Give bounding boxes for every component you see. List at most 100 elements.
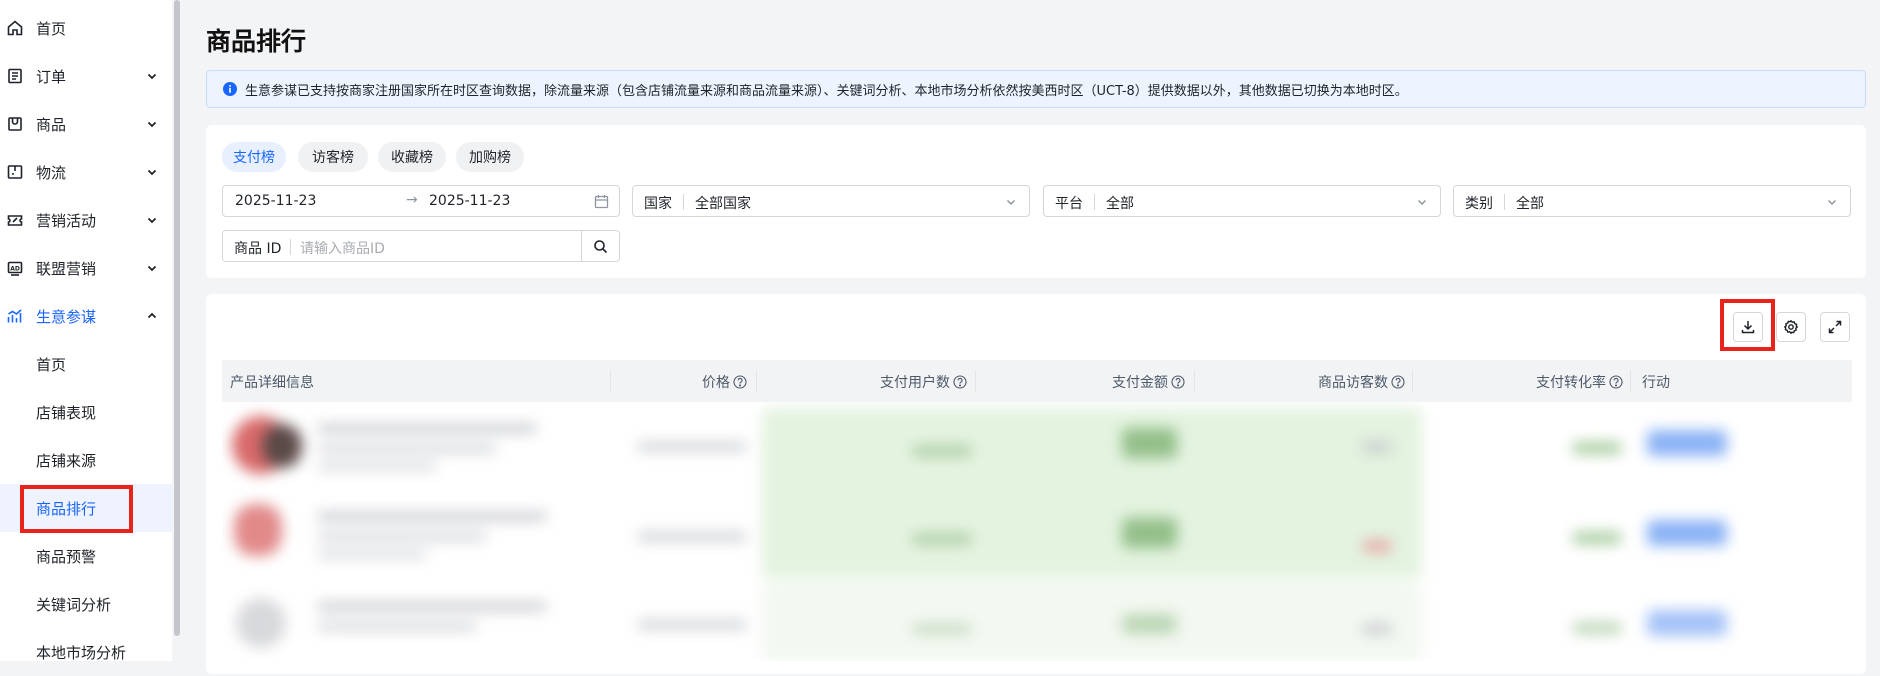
product-id-search[interactable]: 商品 ID 请输入商品ID — [222, 230, 620, 262]
column-divider — [756, 370, 757, 392]
help-icon[interactable] — [733, 375, 747, 389]
sidebar-item-logistics[interactable]: 物流 — [0, 148, 172, 196]
chevron-down-icon — [146, 166, 158, 178]
product-id-label: 商品 ID — [234, 241, 282, 257]
sidebar-subitem-label: 店铺来源 — [36, 451, 97, 470]
logistics-icon — [6, 163, 24, 181]
platform-select-value: 全部 — [1106, 196, 1134, 212]
sidebar-item-label: 生意参谋 — [36, 307, 97, 326]
category-select[interactable]: 类别 全部 — [1453, 185, 1851, 217]
product-icon — [6, 115, 24, 133]
sidebar-item-label: 物流 — [36, 163, 67, 182]
tab-add-to-cart-ranking[interactable]: 加购榜 — [456, 142, 524, 172]
info-icon — [223, 82, 237, 96]
chevron-down-icon — [146, 70, 158, 82]
sidebar-item-label: 联盟营销 — [36, 259, 97, 278]
sidebar-item-affiliate[interactable]: AD 联盟营销 — [0, 244, 172, 292]
notice-text: 生意参谋已支持按商家注册国家所在时区查询数据，除流量来源（包含店铺流量来源和商品… — [245, 83, 1408, 99]
sidebar-subitem-store-performance[interactable]: 店铺表现 — [0, 388, 172, 436]
chevron-down-icon — [146, 214, 158, 226]
column-price[interactable]: 价格 — [702, 372, 747, 392]
svg-text:AD: AD — [10, 266, 20, 273]
tab-payment-ranking[interactable]: 支付榜 — [222, 142, 286, 172]
column-payment-amount[interactable]: 支付金额 — [1112, 372, 1185, 392]
table-header: 产品详细信息 价格 支付用户数 支付金额 商品访客数 支付转化率 行动 — [222, 360, 1852, 402]
column-divider — [1630, 370, 1631, 392]
order-icon — [6, 67, 24, 85]
divider — [683, 194, 684, 210]
sidebar-subitem-label: 商品预警 — [36, 547, 97, 566]
sidebar: 首页 订单 商品 物流 营销活动 AD 联盟营销 生意参谋 首页 店铺表现 店铺… — [0, 0, 172, 662]
sidebar-scrollbar[interactable] — [174, 0, 180, 636]
sidebar-item-label: 商品 — [36, 115, 67, 134]
help-icon[interactable] — [1391, 375, 1405, 389]
country-select-value: 全部国家 — [695, 196, 751, 212]
sidebar-subitem-store-traffic[interactable]: 店铺来源 — [0, 436, 172, 484]
platform-select[interactable]: 平台 全部 — [1043, 185, 1441, 217]
marketing-icon — [6, 211, 24, 229]
column-paying-users-label: 支付用户数 — [880, 375, 950, 391]
date-start: 2025-11-23 — [235, 193, 317, 209]
search-button[interactable] — [581, 230, 619, 262]
sidebar-item-products[interactable]: 商品 — [0, 100, 172, 148]
help-icon[interactable] — [1609, 375, 1623, 389]
sidebar-item-analytics[interactable]: 生意参谋 — [0, 292, 172, 340]
page-title: 商品排行 — [206, 27, 307, 56]
column-conversion-rate-label: 支付转化率 — [1536, 375, 1606, 391]
help-icon[interactable] — [953, 375, 967, 389]
column-product-details: 产品详细信息 — [230, 375, 314, 391]
search-icon — [594, 239, 608, 253]
column-divider — [1412, 370, 1413, 392]
sidebar-subitem-product-alerts[interactable]: 商品预警 — [0, 532, 172, 580]
column-conversion-rate[interactable]: 支付转化率 — [1536, 372, 1623, 392]
country-select[interactable]: 国家 全部国家 — [632, 185, 1030, 217]
divider — [1094, 194, 1095, 210]
date-range-arrow: → — [406, 192, 418, 208]
tab-favorite-ranking[interactable]: 收藏榜 — [378, 142, 446, 172]
country-select-label: 国家 — [644, 196, 672, 212]
settings-button[interactable] — [1776, 312, 1806, 342]
column-product-visitors[interactable]: 商品访客数 — [1318, 372, 1405, 392]
highlight-box-download — [1720, 299, 1775, 351]
divider — [290, 239, 291, 255]
home-icon — [6, 19, 24, 37]
sidebar-item-label: 订单 — [36, 67, 67, 86]
date-end: 2025-11-23 — [429, 193, 511, 209]
product-id-input[interactable]: 请输入商品ID — [300, 238, 385, 258]
sidebar-item-marketing[interactable]: 营销活动 — [0, 196, 172, 244]
expand-icon — [1828, 320, 1842, 334]
sidebar-subitem-label: 首页 — [36, 355, 67, 374]
tab-visitor-ranking[interactable]: 访客榜 — [298, 142, 368, 172]
calendar-icon — [594, 194, 609, 209]
column-paying-users[interactable]: 支付用户数 — [880, 372, 967, 392]
sidebar-subitem-label: 店铺表现 — [36, 403, 97, 422]
sidebar-subitem-local-market[interactable]: 本地市场分析 — [0, 628, 172, 676]
column-action: 行动 — [1642, 375, 1670, 391]
column-payment-amount-label: 支付金额 — [1112, 375, 1168, 391]
column-product-visitors-label: 商品访客数 — [1318, 375, 1388, 391]
sidebar-item-label: 营销活动 — [36, 211, 97, 230]
help-icon[interactable] — [1171, 375, 1185, 389]
category-select-value: 全部 — [1516, 196, 1544, 212]
chevron-up-icon — [146, 310, 158, 322]
divider — [1504, 194, 1505, 210]
analytics-icon — [6, 307, 24, 325]
date-range-picker[interactable]: 2025-11-23 → 2025-11-23 — [222, 185, 620, 217]
sidebar-item-orders[interactable]: 订单 — [0, 52, 172, 100]
column-divider — [1194, 370, 1195, 392]
highlight-box-product-ranking — [20, 485, 133, 533]
fullscreen-button[interactable] — [1820, 312, 1850, 342]
chevron-down-icon — [146, 118, 158, 130]
category-select-label: 类别 — [1465, 196, 1493, 212]
sidebar-item-home[interactable]: 首页 — [0, 4, 172, 52]
sidebar-item-label: 首页 — [36, 19, 67, 38]
chevron-down-icon — [1416, 196, 1428, 208]
column-divider — [610, 370, 611, 392]
sidebar-subitem-label: 本地市场分析 — [36, 643, 127, 662]
column-price-label: 价格 — [702, 375, 730, 391]
sidebar-subitem-label: 关键词分析 — [36, 595, 112, 614]
table-body-redacted — [222, 402, 1852, 661]
sidebar-subitem-keyword-analysis[interactable]: 关键词分析 — [0, 580, 172, 628]
sidebar-subitem-analytics-home[interactable]: 首页 — [0, 340, 172, 388]
chevron-down-icon — [1826, 196, 1838, 208]
